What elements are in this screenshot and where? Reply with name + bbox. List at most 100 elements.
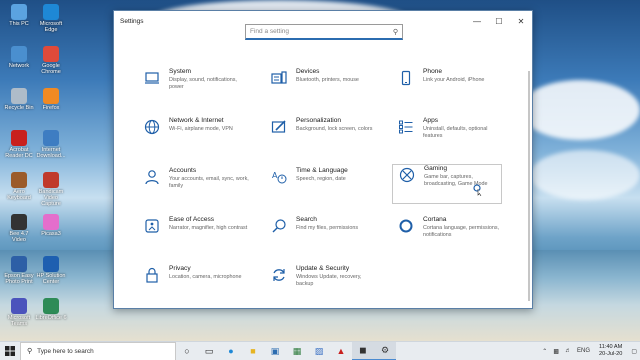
keyboard-icon	[271, 70, 287, 86]
desktop-icon-label: LibreOffice 6	[35, 315, 67, 321]
desktop-icon[interactable]: Microsoft Teams	[2, 298, 36, 327]
settings-item-name: Accounts	[169, 167, 197, 174]
notifications-icon[interactable]: ▢	[628, 348, 640, 355]
person-icon	[144, 169, 160, 185]
app-icon	[43, 4, 59, 20]
taskbar-search-placeholder: Type here to search	[37, 347, 94, 355]
search-placeholder: Find a setting	[250, 28, 290, 35]
app-icon[interactable]: ▦	[286, 342, 308, 360]
desktop-icon[interactable]: Aero Keyboard	[2, 172, 36, 201]
desktop-icon-label: Recycle Bin	[4, 105, 34, 111]
desktop-icon[interactable]: Microsoft Edge	[34, 4, 68, 33]
desktop-icon-label: Picasa3	[41, 231, 61, 237]
settings-item-desc: Find my files, permissions	[296, 225, 359, 231]
start-button[interactable]	[0, 342, 20, 360]
tray-chevron-icon[interactable]: ⌃	[539, 348, 550, 355]
desktop-icon[interactable]: HP Solution Center	[34, 256, 68, 285]
system-tray: ⌃ ▩ ♬ ENG 11:40 AM 20-Jul-20 ▢	[539, 342, 640, 360]
settings-item-time-language[interactable]: A Time & Language Speech, region, date	[265, 167, 375, 209]
app-icon	[43, 256, 59, 272]
settings-item-name: Gaming	[424, 165, 448, 172]
ease-of-access-icon	[144, 218, 160, 234]
settings-item-apps[interactable]: Apps Uninstall, defaults, optional featur…	[392, 117, 502, 159]
desktop-icon-label: Aero Keyboard	[7, 189, 31, 201]
scrollbar[interactable]	[528, 71, 530, 301]
desktop-icon[interactable]: Google Chrome	[34, 46, 68, 75]
settings-item-name: Devices	[296, 68, 320, 75]
settings-item-desc: Narrator, magnifier, high contrast	[169, 225, 248, 231]
language-indicator[interactable]: ENG	[574, 348, 593, 354]
photos-icon[interactable]: ▨	[308, 342, 330, 360]
desktop-icon[interactable]: Network	[2, 46, 36, 69]
settings-search-input[interactable]: Find a setting ⚲	[245, 24, 403, 40]
settings-item-update-security[interactable]: Update & Security Windows Update, recover…	[265, 265, 375, 307]
settings-item-accounts[interactable]: Accounts Your accounts, email, sync, work…	[138, 167, 249, 209]
desktop-icon-label: Internet Download...	[36, 147, 66, 159]
settings-item-search[interactable]: Search Find my files, permissions	[265, 216, 375, 258]
minimize-button[interactable]: —	[466, 11, 488, 31]
acrobat-icon[interactable]: ▲	[330, 342, 352, 360]
desktop-icon[interactable]: Acrobat Reader DC	[2, 130, 36, 159]
settings-item-cortana[interactable]: Cortana Cortana language, permissions, no…	[392, 216, 502, 258]
app-icon	[11, 256, 27, 272]
settings-item-phone[interactable]: Phone Link your Android, iPhone	[392, 68, 502, 110]
magnifier-icon	[271, 218, 287, 234]
app-icon	[43, 88, 59, 104]
file-explorer-icon[interactable]: ■	[242, 342, 264, 360]
maximize-button[interactable]: ☐	[488, 11, 510, 31]
desktop-icon-label: Epson Easy Photo Print	[4, 273, 34, 285]
desktop-icon-label: Acrobat Reader DC	[5, 147, 33, 159]
settings-item-personalization[interactable]: Personalization Background, lock screen, …	[265, 117, 375, 159]
clock-time: 11:40 AM	[599, 344, 623, 350]
app-icon	[43, 130, 59, 146]
desktop-icon[interactable]: Epson Easy Photo Print	[2, 256, 36, 285]
settings-item-name: Personalization	[296, 117, 342, 124]
settings-item-desc: Background, lock screen, colors	[296, 126, 373, 132]
mouse-cursor-icon	[473, 183, 483, 201]
desktop-icon-label: Bandicam Video Capture	[38, 189, 64, 207]
search-icon[interactable]: ⚲	[393, 28, 398, 36]
desktop-icon[interactable]: This PC	[2, 4, 36, 27]
settings-item-name: Network & Internet	[169, 117, 224, 124]
settings-item-privacy[interactable]: Privacy Location, camera, microphone	[138, 265, 248, 307]
settings-item-desc: Bluetooth, printers, mouse	[296, 77, 359, 83]
settings-item-desc: Speech, region, date	[296, 176, 346, 182]
volume-icon[interactable]: ♬	[562, 348, 574, 354]
settings-item-name: Time & Language	[296, 167, 348, 174]
network-icon[interactable]: ▩	[550, 348, 562, 355]
desktop-icon[interactable]: Bandicam Video Capture	[34, 172, 68, 207]
desktop-icon[interactable]: Recycle Bin	[2, 88, 36, 111]
taskbar: ⚲ Type here to search ○ ▭ ● ■ ▣ ▦ ▨ ▲ ◼ …	[0, 341, 640, 360]
desktop-icon[interactable]: Internet Download...	[34, 130, 68, 159]
settings-item-gaming[interactable]: Gaming Game bar, captures, broadcasting, …	[392, 164, 502, 204]
settings-item-ease-of-access[interactable]: Ease of Access Narrator, magnifier, high …	[138, 216, 248, 258]
svg-text:A: A	[272, 171, 278, 180]
media-app-icon[interactable]: ◼	[352, 341, 374, 360]
clock[interactable]: 11:40 AM 20-Jul-20	[593, 344, 628, 358]
edge-icon[interactable]: ●	[220, 342, 242, 360]
brush-icon	[271, 119, 287, 135]
store-icon[interactable]: ▣	[264, 342, 286, 360]
taskbar-search-input[interactable]: ⚲ Type here to search	[20, 341, 176, 360]
settings-gear-icon[interactable]: ⚙	[374, 341, 396, 360]
cortana-icon[interactable]: ○	[176, 342, 198, 360]
settings-item-network[interactable]: Network & Internet Wi-Fi, airplane mode, …	[138, 117, 248, 159]
phone-icon	[398, 70, 414, 86]
desktop-icon[interactable]: Picasa3	[34, 214, 68, 237]
close-button[interactable]: ✕	[510, 11, 532, 31]
desktop-icon-label: Microsoft Edge	[39, 21, 63, 33]
app-icon	[11, 4, 27, 20]
app-icon	[11, 130, 27, 146]
task-view-icon[interactable]: ▭	[198, 342, 220, 360]
desktop-icon[interactable]: Bee 4.7 Video	[2, 214, 36, 243]
settings-item-system[interactable]: System Display, sound, notifications, pow…	[138, 68, 248, 110]
desktop-icon[interactable]: LibreOffice 6	[34, 298, 68, 321]
wallpaper-cloud	[530, 150, 640, 200]
clock-date: 20-Jul-20	[599, 351, 623, 357]
settings-item-desc: Location, camera, microphone	[169, 274, 242, 280]
settings-item-devices[interactable]: Devices Bluetooth, printers, mouse	[265, 68, 375, 110]
desktop-icon[interactable]: Firefox	[34, 88, 68, 111]
settings-item-name: Apps	[423, 117, 439, 124]
settings-item-name: Cortana	[423, 216, 447, 223]
app-icon	[11, 172, 27, 188]
